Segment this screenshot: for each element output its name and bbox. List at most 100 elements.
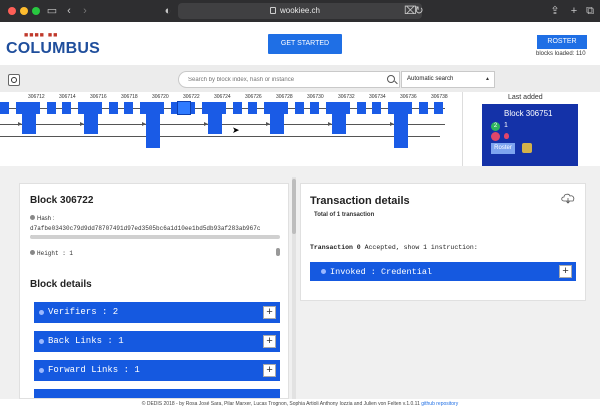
timeline-block[interactable]	[22, 102, 36, 134]
timeline-block-small[interactable]	[62, 102, 71, 114]
minimize-window-icon[interactable]	[20, 7, 28, 15]
timeline-block[interactable]	[270, 102, 284, 134]
reload-icon[interactable]: ↻	[414, 3, 424, 19]
footer-text: © DEDIS 2018 - by Rosa José Sara, Pilar …	[141, 401, 420, 407]
mood-icon	[522, 143, 532, 153]
verifiers-badge: 2	[491, 122, 500, 131]
transaction-title: Transaction details	[310, 195, 410, 207]
transaction-panel: Transaction details Total of 1 transacti…	[300, 183, 586, 301]
timeline-block-small[interactable]	[0, 102, 9, 114]
tabs-overview-icon[interactable]: ⧉	[584, 3, 596, 19]
share-icon[interactable]: ⇪	[550, 3, 560, 19]
timeline-block-small[interactable]	[108, 102, 118, 114]
search-mode-select[interactable]: Automatic search ▲	[401, 71, 495, 88]
logo[interactable]: ■■■■ ■■ COLUMBUS	[6, 32, 100, 58]
address-bar[interactable]: wookiee.ch	[178, 3, 422, 19]
next-accordion[interactable]	[34, 389, 280, 398]
expand-icon[interactable]: +	[263, 335, 276, 348]
transaction-subtitle: Total of 1 transaction	[314, 212, 375, 218]
timeline-block-small[interactable]	[232, 102, 242, 114]
hash-label: Hash :	[30, 215, 54, 222]
forward-button[interactable]: ›	[80, 3, 90, 19]
timeline-block-small[interactable]	[310, 102, 319, 114]
timeline-label: 306712	[28, 94, 45, 100]
zoom-search-icon[interactable]	[8, 74, 20, 86]
chevron-updown-icon: ▲	[485, 76, 490, 82]
search-icon[interactable]	[387, 75, 395, 83]
back-links-accordion[interactable]: Back Links : 1 +	[34, 331, 280, 352]
roster-button[interactable]: ROSTER	[537, 35, 587, 49]
forward-links-label: Forward Links : 1	[48, 365, 140, 375]
new-tab-icon[interactable]: +	[569, 3, 579, 19]
browser-toolbar: ▭ ‹ › ◐ wookiee.ch ⌧ ↻ ⇪ + ⧉	[0, 0, 600, 22]
instruction-accordion[interactable]: Invoked : Credential +	[310, 262, 576, 281]
timeline-block-small[interactable]	[372, 102, 381, 114]
scroll-thumb[interactable]	[292, 179, 296, 234]
close-window-icon[interactable]	[8, 7, 16, 15]
height-label: Height : 1	[30, 250, 73, 257]
hash-label-text: Hash :	[37, 216, 55, 222]
sidebar-icon[interactable]: ▭	[46, 3, 58, 19]
timeline-block[interactable]	[208, 102, 222, 134]
transaction-id: Transaction 0	[310, 244, 361, 251]
info-icon	[30, 215, 35, 220]
timeline-block-small[interactable]	[46, 102, 56, 114]
expand-icon[interactable]: +	[263, 306, 276, 319]
get-started-button[interactable]: GET STARTED	[268, 34, 342, 54]
timeline-block[interactable]	[394, 102, 408, 148]
timeline-block-small[interactable]	[124, 102, 133, 114]
maximize-window-icon[interactable]	[32, 7, 40, 15]
blocks-loaded-count: blocks loaded: 110	[536, 51, 586, 57]
expand-icon[interactable]: +	[559, 265, 572, 278]
roster-chip[interactable]: Roster	[491, 143, 515, 154]
last-block-title: Block 306751	[504, 109, 553, 118]
last-added-card[interactable]: Block 306751 2 1 Roster	[482, 104, 578, 166]
bullet-icon	[321, 269, 326, 274]
timeline-block[interactable]	[332, 102, 346, 134]
github-link[interactable]: github repository	[421, 401, 458, 407]
timeline-label: 306738	[431, 94, 448, 100]
search-bar: Automatic search ▲	[0, 65, 600, 92]
timeline-block[interactable]	[84, 102, 98, 134]
height-value: Height : 1	[37, 250, 74, 257]
timeline-label: 306736	[400, 94, 417, 100]
privacy-shield-icon[interactable]: ◐	[163, 3, 173, 19]
contract-badge-icon	[491, 132, 500, 141]
footer: © DEDIS 2018 - by Rosa José Sara, Pilar …	[0, 399, 600, 409]
verifiers-accordion[interactable]: Verifiers : 2 +	[34, 302, 280, 323]
forward-links-accordion[interactable]: Forward Links : 1 +	[34, 360, 280, 381]
back-button[interactable]: ‹	[64, 3, 74, 19]
transaction-status: Accepted, show 1 instruction:	[360, 244, 478, 251]
inner-scrollbar[interactable]	[276, 248, 280, 256]
bullet-icon	[39, 310, 44, 315]
logo-mark: ■■■■ ■■	[24, 32, 59, 39]
hash-value: d7afbe03430c79d9dd78707491d97ed3505bc6a1…	[30, 225, 261, 232]
timeline-label: 306716	[90, 94, 107, 100]
divider	[462, 92, 463, 166]
timeline-label: 306724	[214, 94, 231, 100]
block-timeline[interactable]: 306712 306714 306716 306718 306720 306722 3067…	[0, 92, 460, 148]
timeline-block-small[interactable]	[434, 102, 443, 114]
timeline-block-small[interactable]	[248, 102, 257, 114]
search-mode-value: Automatic search	[407, 76, 454, 82]
timeline-block[interactable]	[146, 102, 160, 148]
timeline-block-small[interactable]	[294, 102, 304, 114]
timeline-label: 306730	[307, 94, 324, 100]
expand-icon[interactable]: +	[263, 364, 276, 377]
timeline-block-small[interactable]	[418, 102, 428, 114]
horizontal-scrollbar[interactable]	[30, 235, 280, 239]
cloud-download-icon[interactable]	[560, 192, 576, 204]
bullet-icon	[39, 368, 44, 373]
translate-icon[interactable]: ⌧	[404, 3, 417, 19]
block-details-title: Block details	[30, 279, 92, 290]
timeline-label: 306728	[276, 94, 293, 100]
search-input[interactable]	[178, 71, 400, 88]
info-icon	[30, 250, 35, 255]
back-links-label: Back Links : 1	[48, 336, 124, 346]
timeline-block-small[interactable]	[356, 102, 366, 114]
arrow-icon	[204, 122, 208, 126]
timeline-line	[0, 124, 445, 125]
timeline-block-selected[interactable]	[177, 101, 191, 115]
block-title: Block 306722	[30, 195, 94, 206]
panel-scrollbar[interactable]	[292, 177, 296, 399]
